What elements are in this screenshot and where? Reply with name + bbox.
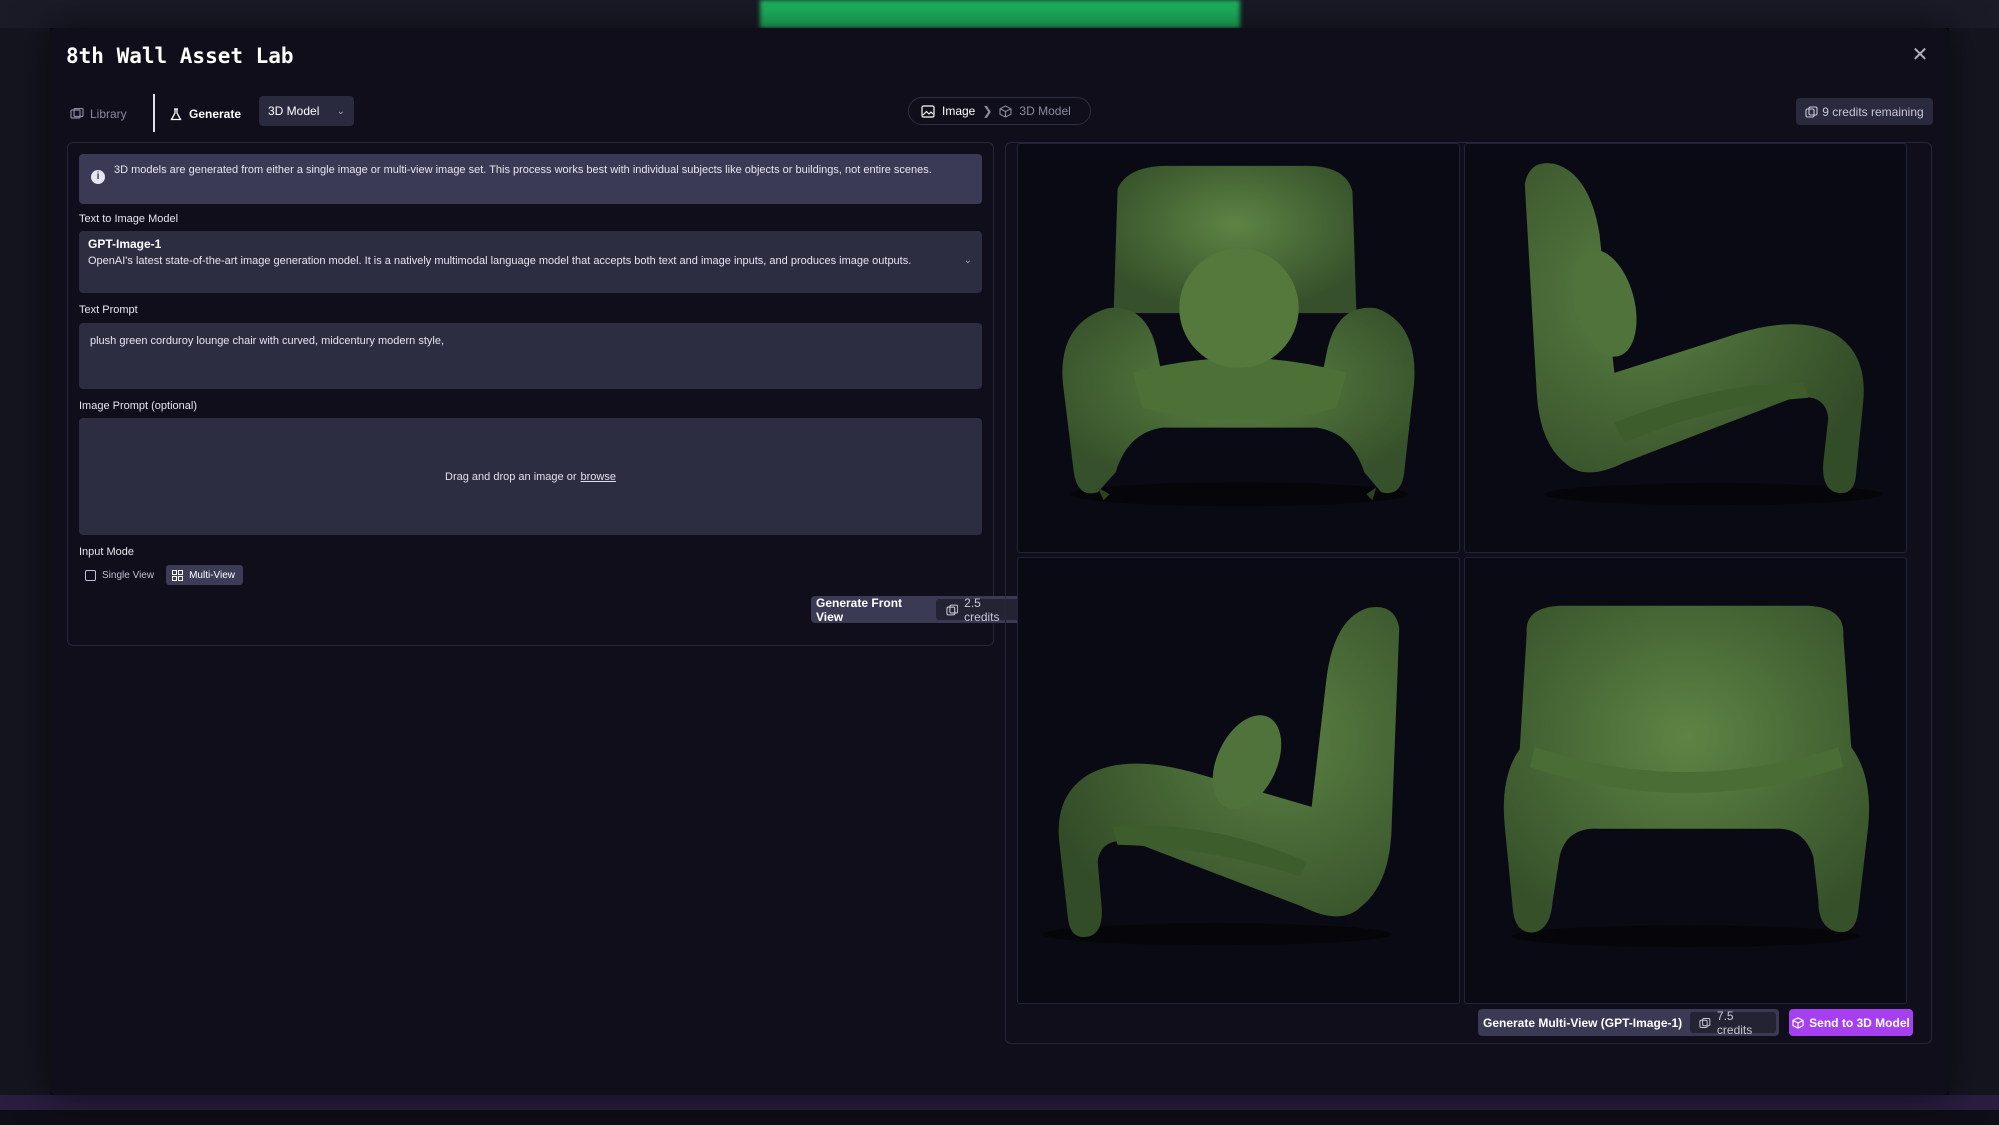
credits-text: 9 credits remaining	[1822, 104, 1924, 119]
model-type-select[interactable]: 3D Model ⌄	[259, 96, 354, 126]
breadcrumb-image[interactable]: Image	[942, 104, 975, 118]
info-text: 3D models are generated from either a si…	[114, 164, 932, 176]
tab-generate-label: Generate	[189, 107, 242, 121]
view-tile-side-left[interactable]	[1017, 557, 1460, 1004]
generate-multi-view-button[interactable]: Generate Multi-View (GPT-Image-1) 7.5 cr…	[1478, 1009, 1779, 1037]
generate-multi-view-cost: 7.5 credits	[1690, 1009, 1776, 1037]
chevron-down-icon: ⌄	[336, 105, 345, 117]
info-icon: i	[91, 170, 105, 184]
grid-icon	[172, 569, 184, 581]
background-app-left	[0, 28, 50, 1098]
tab-divider	[153, 94, 155, 132]
text-to-image-model-select[interactable]: GPT-Image-1 OpenAI's latest state-of-the…	[79, 231, 982, 293]
single-view-icon	[85, 569, 96, 581]
send-to-3d-model-label: Send to 3D Model	[1809, 1015, 1910, 1030]
breadcrumb: Image ❯ 3D Model	[908, 97, 1091, 125]
chevron-down-icon: ⌄	[963, 255, 972, 266]
background-app-right	[1949, 28, 1999, 1098]
browse-link[interactable]: browse	[581, 471, 616, 483]
generate-front-view-button[interactable]: Generate Front View 2.5 credits	[811, 595, 1031, 624]
chair-side-left-image	[1042, 606, 1400, 946]
coins-icon	[1699, 1017, 1711, 1028]
cube-icon	[999, 104, 1012, 118]
coins-icon	[945, 604, 958, 615]
library-icon	[70, 108, 84, 119]
modal-title: 8th Wall Asset Lab	[66, 44, 294, 68]
chair-front-image	[1062, 165, 1415, 507]
image-prompt-label: Image Prompt (optional)	[79, 400, 197, 412]
tab-library[interactable]: Library	[70, 98, 127, 130]
generate-multi-view-label: Generate Multi-View (GPT-Image-1)	[1483, 1015, 1683, 1030]
drop-zone-text: Drag and drop an image or	[445, 470, 577, 483]
view-tile-side-right[interactable]	[1464, 143, 1907, 553]
model-name: GPT-Image-1	[88, 237, 162, 251]
text-prompt-input[interactable]: plush green corduroy lounge chair with c…	[79, 323, 982, 389]
view-tile-front[interactable]	[1017, 143, 1460, 553]
prompt-field-label: Text Prompt	[79, 304, 138, 316]
background-app-accent	[760, 0, 1240, 28]
close-button[interactable]: ✕	[1909, 44, 1931, 66]
info-banner: i 3D models are generated from either a …	[79, 154, 982, 204]
mode-multi-view[interactable]: Multi-View	[166, 565, 244, 585]
model-type-value: 3D Model	[268, 104, 320, 118]
breadcrumb-3d-model[interactable]: 3D Model	[1019, 104, 1070, 118]
model-description: OpenAI's latest state-of-the-art image g…	[88, 255, 912, 267]
generate-front-view-label: Generate Front View	[816, 595, 903, 624]
generate-multi-view-cost-text: 7.5 credits	[1716, 1008, 1753, 1037]
multi-view-preview-panel: Generate Multi-View (GPT-Image-1) 7.5 cr…	[1005, 142, 1932, 1044]
tab-library-label: Library	[90, 107, 127, 121]
image-icon	[921, 104, 935, 118]
flask-icon	[170, 107, 182, 120]
send-to-3d-model-button[interactable]: Send to 3D Model	[1789, 1009, 1913, 1036]
cube-icon	[1792, 1016, 1804, 1029]
generate-form-panel: i 3D models are generated from either a …	[67, 142, 1031, 646]
image-drop-zone[interactable]: Drag and drop an image or browse	[79, 418, 982, 535]
mode-single-view[interactable]: Single View	[79, 565, 162, 585]
credits-badge: 9 credits remaining	[1796, 98, 1933, 125]
view-tile-back[interactable]	[1464, 557, 1907, 1004]
coins-icon	[1805, 105, 1818, 118]
asset-lab-modal: 8th Wall Asset Lab ✕ Library Generate 3D…	[50, 28, 1949, 1095]
background-app-footer-strip	[0, 1110, 1999, 1125]
tab-generate[interactable]: Generate	[170, 98, 241, 130]
chair-side-right-image	[1524, 163, 1884, 506]
input-mode-toggle: Single View Multi-View	[79, 565, 244, 585]
input-mode-label: Input Mode	[79, 546, 135, 558]
close-icon: ✕	[1911, 44, 1929, 66]
mode-single-label: Single View	[102, 569, 155, 581]
chair-back-image	[1503, 605, 1870, 948]
chevron-right-icon: ❯	[982, 104, 993, 118]
model-field-label: Text to Image Model	[79, 213, 179, 225]
mode-multi-label: Multi-View	[189, 569, 236, 581]
